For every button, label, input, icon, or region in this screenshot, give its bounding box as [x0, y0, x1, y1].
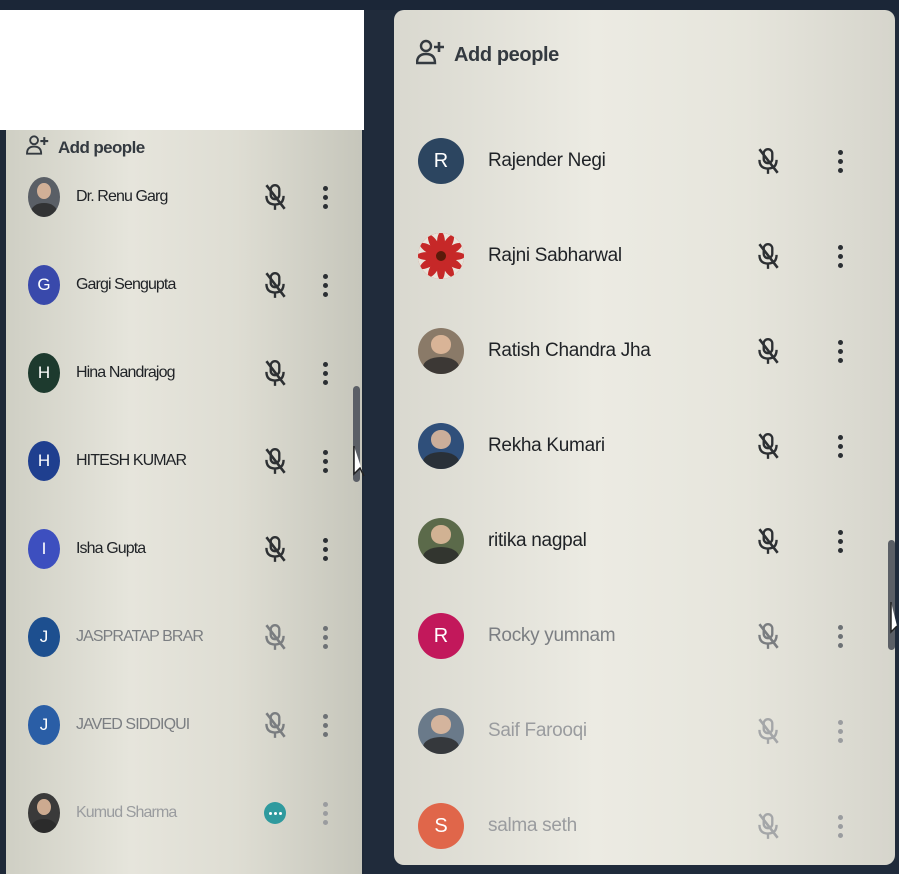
more-options-icon[interactable] [833, 339, 847, 363]
avatar [418, 328, 464, 374]
mic-off-icon[interactable] [751, 241, 785, 271]
mic-off-icon[interactable] [260, 270, 290, 300]
more-options-icon[interactable] [318, 273, 332, 297]
more-options-icon[interactable] [833, 149, 847, 173]
participant-name: Rekha Kumari [488, 435, 605, 456]
avatar: J [28, 617, 60, 657]
avatar: I [28, 529, 60, 569]
participant-row[interactable]: Rekha Kumari [394, 422, 895, 470]
participant-row[interactable]: Rajni Sabharwal [394, 232, 895, 280]
participant-name: Ratish Chandra Jha [488, 340, 651, 361]
speaking-indicator-icon[interactable] [260, 802, 290, 824]
add-people-label: Add people [58, 137, 145, 157]
participant-name: JAVED SIDDIQUI [76, 716, 190, 733]
participant-row[interactable]: J JAVED SIDDIQUI [6, 701, 362, 749]
mic-off-icon[interactable] [260, 358, 290, 388]
participant-name: JASPRATAP BRAR [76, 628, 204, 645]
participant-row[interactable]: Kumud Sharma [6, 789, 362, 837]
blank-area [0, 10, 364, 130]
mic-off-icon[interactable] [751, 336, 785, 366]
avatar: S [418, 803, 464, 849]
participant-name: Dr. Renu Garg [76, 188, 168, 205]
participant-row[interactable]: Dr. Renu Garg [6, 173, 362, 221]
add-people-button[interactable]: Add people [415, 38, 559, 72]
participant-name: HITESH KUMAR [76, 452, 187, 469]
add-people-label: Add people [454, 43, 559, 66]
more-options-icon[interactable] [833, 434, 847, 458]
avatar [28, 177, 60, 217]
avatar [418, 518, 464, 564]
add-people-button[interactable]: Add people [26, 134, 145, 161]
participant-name: ritika nagpal [488, 530, 587, 551]
participant-row[interactable]: Saif Farooqi [394, 707, 895, 755]
add-person-icon [415, 38, 446, 72]
more-options-icon[interactable] [318, 449, 332, 473]
avatar: R [418, 138, 464, 184]
participant-name: Hina Nandrajog [76, 364, 175, 381]
participant-row[interactable]: R Rocky yumnam [394, 612, 895, 660]
participant-row[interactable]: R Rajender Negi [394, 137, 895, 185]
mic-off-icon[interactable] [751, 146, 785, 176]
avatar [418, 233, 464, 279]
top-strip [0, 0, 899, 10]
more-options-icon[interactable] [833, 814, 847, 838]
avatar: H [28, 441, 60, 481]
mic-off-icon[interactable] [751, 811, 785, 841]
participant-name: Saif Farooqi [488, 720, 587, 741]
more-options-icon[interactable] [318, 713, 332, 737]
add-person-icon [26, 134, 50, 161]
mouse-cursor-icon [352, 444, 366, 483]
avatar: J [28, 705, 60, 745]
participant-row[interactable]: H HITESH KUMAR [6, 437, 362, 485]
more-options-icon[interactable] [318, 537, 332, 561]
participant-name: salma seth [488, 815, 577, 836]
mic-off-icon[interactable] [751, 431, 785, 461]
more-options-icon[interactable] [833, 624, 847, 648]
more-options-icon[interactable] [318, 625, 332, 649]
participant-row[interactable]: H Hina Nandrajog [6, 349, 362, 397]
mic-off-icon[interactable] [260, 710, 290, 740]
participants-panel-left: Add people Dr. Renu Garg G Gargi Sengupta H… [6, 130, 362, 874]
more-options-icon[interactable] [318, 801, 332, 825]
participant-row[interactable]: ritika nagpal [394, 517, 895, 565]
participant-name: Rocky yumnam [488, 625, 616, 646]
more-options-icon[interactable] [833, 529, 847, 553]
participant-name: Isha Gupta [76, 540, 146, 557]
mic-off-icon[interactable] [260, 622, 290, 652]
avatar: R [418, 613, 464, 659]
mic-off-icon[interactable] [751, 526, 785, 556]
mic-off-icon[interactable] [751, 621, 785, 651]
mic-off-icon[interactable] [260, 534, 290, 564]
avatar: G [28, 265, 60, 305]
more-options-icon[interactable] [833, 244, 847, 268]
avatar: H [28, 353, 60, 393]
participant-name: Rajender Negi [488, 150, 606, 171]
participant-name: Kumud Sharma [76, 804, 177, 821]
participant-row[interactable]: Ratish Chandra Jha [394, 327, 895, 375]
participant-row[interactable]: J JASPRATAP BRAR [6, 613, 362, 661]
avatar [418, 423, 464, 469]
more-options-icon[interactable] [833, 719, 847, 743]
mic-off-icon[interactable] [260, 446, 290, 476]
mic-off-icon[interactable] [260, 182, 290, 212]
avatar [28, 793, 60, 833]
more-options-icon[interactable] [318, 361, 332, 385]
participant-name: Rajni Sabharwal [488, 245, 622, 266]
participant-row[interactable]: G Gargi Sengupta [6, 261, 362, 309]
avatar [418, 708, 464, 754]
more-options-icon[interactable] [318, 185, 332, 209]
participant-name: Gargi Sengupta [76, 276, 176, 293]
participant-row[interactable]: Ssalma seth [394, 802, 895, 850]
mic-off-icon[interactable] [751, 716, 785, 746]
participant-row[interactable]: I Isha Gupta [6, 525, 362, 573]
mouse-cursor-icon [889, 600, 899, 641]
participants-panel-right: Add people R Rajender Negi Rajni Sabharwal… [394, 10, 895, 865]
